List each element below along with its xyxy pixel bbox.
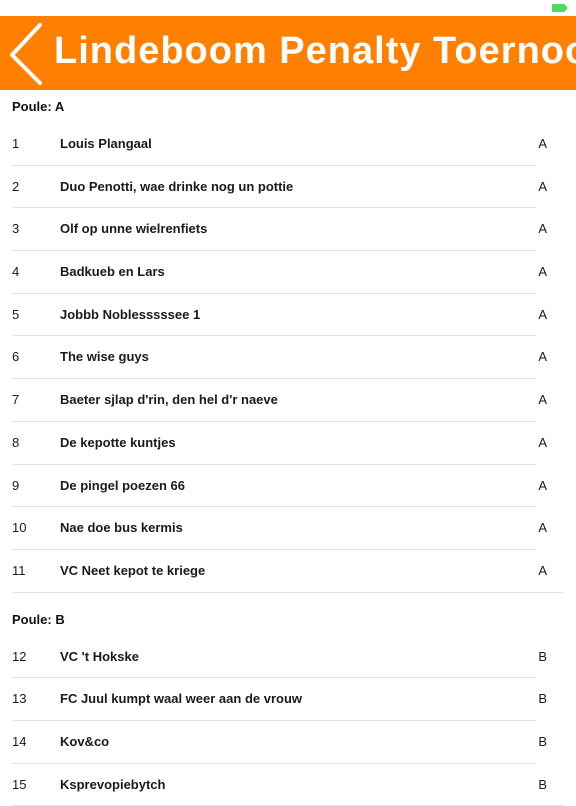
team-number: 8: [12, 434, 20, 450]
team-pool: A: [538, 434, 547, 450]
team-name: FC Juul kumpt waal weer aan de vrouw: [60, 691, 303, 707]
team-pool: A: [538, 264, 547, 280]
team-name: Louis Plangaal: [60, 136, 152, 151]
team-number: 4: [12, 264, 20, 280]
team-number: 10: [12, 520, 27, 536]
team-pool: B: [538, 648, 547, 664]
list-item[interactable]: 5 Jobbb Noblesssssee 1 A: [0, 294, 576, 337]
page-title: Lindeboom Penalty Toernooi: [54, 30, 576, 72]
list-item[interactable]: 12 VC 't Hokske B: [0, 636, 576, 679]
list-item[interactable]: 7 Baeter sjlap d'rin, den hel d'r naeve A: [0, 379, 576, 422]
team-number: 5: [12, 306, 20, 322]
chevron-left-icon: [10, 23, 42, 85]
battery-icon: [552, 4, 567, 12]
team-number: 3: [12, 221, 20, 237]
list-item[interactable]: 1 Louis Plangaal A: [0, 123, 576, 166]
team-number: 13: [12, 691, 27, 707]
team-name: VC Neet kepot te kriege: [60, 562, 206, 578]
team-name: Badkueb en Lars: [60, 264, 165, 280]
team-number: 9: [12, 477, 20, 493]
section-header-poule-b: Poule: B: [12, 611, 65, 627]
team-number: 12: [12, 648, 27, 664]
list-item[interactable]: 4 Badkueb en Lars A: [0, 251, 576, 294]
team-number: 7: [12, 392, 20, 408]
list-item[interactable]: 11 VC Neet kepot te kriege A: [0, 550, 576, 593]
list-item[interactable]: 3 Olf op unne wielrenfiets A: [0, 208, 576, 251]
team-pool: A: [538, 221, 547, 237]
team-name: Duo Penotti, wae drinke nog un pottie: [60, 178, 294, 194]
team-pool: B: [538, 691, 547, 707]
list-item[interactable]: 9 De pingel poezen 66 A: [0, 465, 576, 508]
team-list: Poule: A 1 Louis Plangaal A 2 Duo Penotti, w…: [0, 90, 576, 806]
app-header: Lindeboom Penalty Toernooi: [0, 16, 576, 90]
list-item[interactable]: 2 Duo Penotti, wae drinke nog un pottie A: [0, 166, 576, 209]
team-pool: B: [538, 776, 547, 792]
section-header-poule-a: Poule: A: [12, 99, 65, 114]
team-pool: A: [538, 306, 547, 322]
team-number: 6: [12, 349, 20, 365]
team-pool: A: [538, 178, 547, 194]
list-item[interactable]: 6 The wise guys A: [0, 336, 576, 379]
list-item[interactable]: 13 FC Juul kumpt waal weer aan de vrouw B: [0, 678, 576, 721]
team-number: 11: [12, 562, 26, 578]
team-pool: A: [538, 562, 547, 578]
team-pool: A: [538, 349, 547, 365]
list-item[interactable]: 15 Ksprevopiebytch B: [0, 764, 576, 806]
team-number: 14: [12, 733, 27, 749]
back-button[interactable]: [0, 16, 50, 90]
team-pool: B: [538, 733, 547, 749]
team-number: 1: [12, 136, 20, 151]
list-item[interactable]: 8 De kepotte kuntjes A: [0, 422, 576, 465]
team-number: 15: [12, 776, 27, 792]
team-pool: A: [538, 136, 547, 151]
team-name: Ksprevopiebytch: [60, 776, 166, 792]
list-item[interactable]: 10 Nae doe bus kermis A: [0, 507, 576, 550]
team-name: De pingel poezen 66: [60, 477, 185, 493]
team-number: 2: [12, 178, 20, 194]
team-name: Nae doe bus kermis: [60, 520, 183, 536]
team-name: The wise guys: [60, 349, 149, 365]
team-pool: A: [538, 477, 547, 493]
team-pool: A: [538, 392, 547, 408]
team-name: De kepotte kuntjes: [60, 434, 176, 450]
team-name: Baeter sjlap d'rin, den hel d'r naeve: [60, 392, 278, 408]
team-pool: A: [538, 520, 547, 536]
team-name: Olf op unne wielrenfiets: [60, 221, 208, 237]
team-name: VC 't Hokske: [60, 648, 139, 664]
team-name: Kov&co: [60, 733, 110, 749]
team-name: Jobbb Noblesssssee 1: [60, 306, 201, 322]
list-item[interactable]: 14 Kov&co B: [0, 721, 576, 764]
status-bar: [0, 0, 576, 15]
